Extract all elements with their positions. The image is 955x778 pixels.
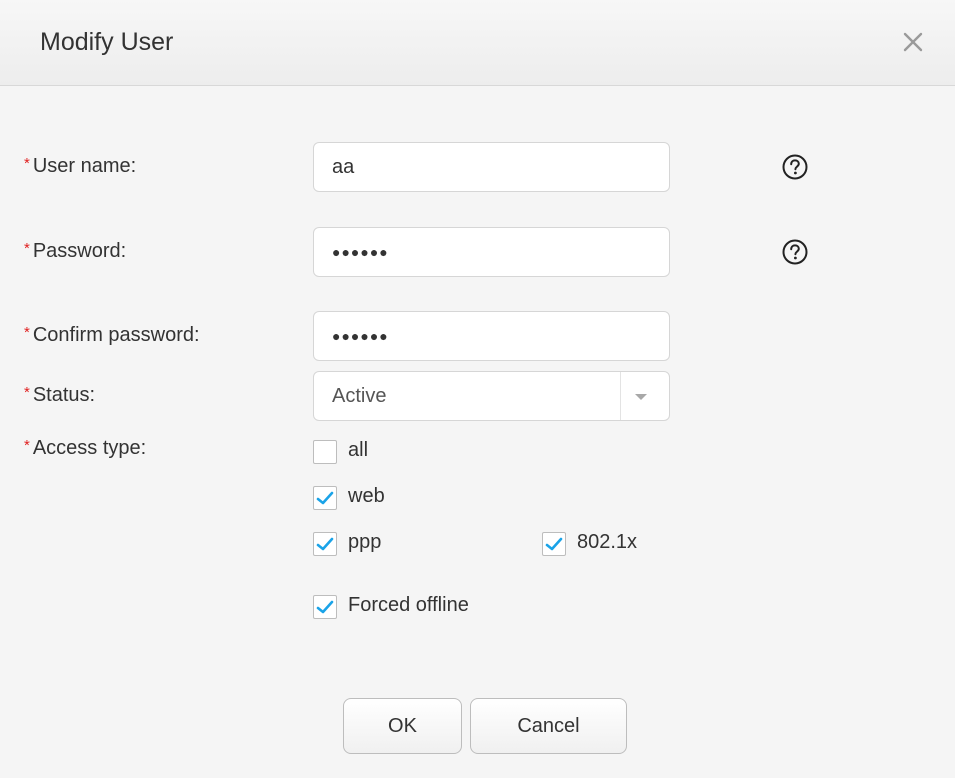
access-type-ppp-label: ppp bbox=[348, 531, 382, 553]
access-type-label-text: Access type: bbox=[32, 437, 147, 459]
username-label-text: User name: bbox=[32, 155, 137, 177]
status-label: * Status: bbox=[24, 384, 95, 407]
password-label-text: Password: bbox=[32, 240, 127, 262]
question-circle-icon[interactable] bbox=[780, 152, 810, 182]
required-marker: * bbox=[24, 384, 30, 401]
password-label: * Password: bbox=[24, 240, 126, 263]
checkbox-checked[interactable] bbox=[313, 486, 337, 510]
select-divider bbox=[620, 372, 621, 420]
status-label-text: Status: bbox=[32, 384, 96, 406]
access-type-all-label: all bbox=[348, 439, 369, 461]
required-marker: * bbox=[24, 324, 30, 341]
modify-user-dialog: Modify User *User name: *Password: * bbox=[0, 0, 955, 778]
required-marker: * bbox=[24, 437, 30, 454]
checkbox-checked[interactable] bbox=[313, 532, 337, 556]
status-select-value: Active bbox=[332, 385, 387, 407]
ok-button[interactable]: OK bbox=[343, 698, 462, 754]
access-type-8021x-label: 802.1x bbox=[577, 531, 638, 553]
close-icon[interactable] bbox=[893, 22, 933, 62]
confirm-password-label-text: Confirm password: bbox=[32, 324, 200, 346]
cancel-button[interactable]: Cancel bbox=[470, 698, 627, 754]
forced-offline-label: Forced offline bbox=[348, 594, 469, 616]
access-type-web-label: web bbox=[348, 485, 385, 507]
password-input[interactable] bbox=[313, 227, 670, 277]
question-circle-icon[interactable] bbox=[780, 237, 810, 267]
checkbox-checked[interactable] bbox=[313, 595, 337, 619]
chevron-down-icon[interactable] bbox=[632, 390, 650, 402]
required-marker: * bbox=[24, 240, 30, 257]
confirm-password-label: * Confirm password: bbox=[24, 324, 200, 347]
checkbox-checked[interactable] bbox=[542, 532, 566, 556]
status-select[interactable]: Active bbox=[313, 371, 670, 421]
dialog-title: Modify User bbox=[40, 28, 174, 56]
checkbox-unchecked[interactable] bbox=[313, 440, 337, 464]
required-marker: * bbox=[24, 155, 30, 172]
access-type-label: * Access type: bbox=[24, 437, 146, 460]
username-label: * User name: bbox=[24, 155, 136, 178]
username-input[interactable] bbox=[313, 142, 670, 192]
dialog-titlebar: Modify User bbox=[0, 0, 955, 86]
confirm-password-input[interactable] bbox=[313, 311, 670, 361]
